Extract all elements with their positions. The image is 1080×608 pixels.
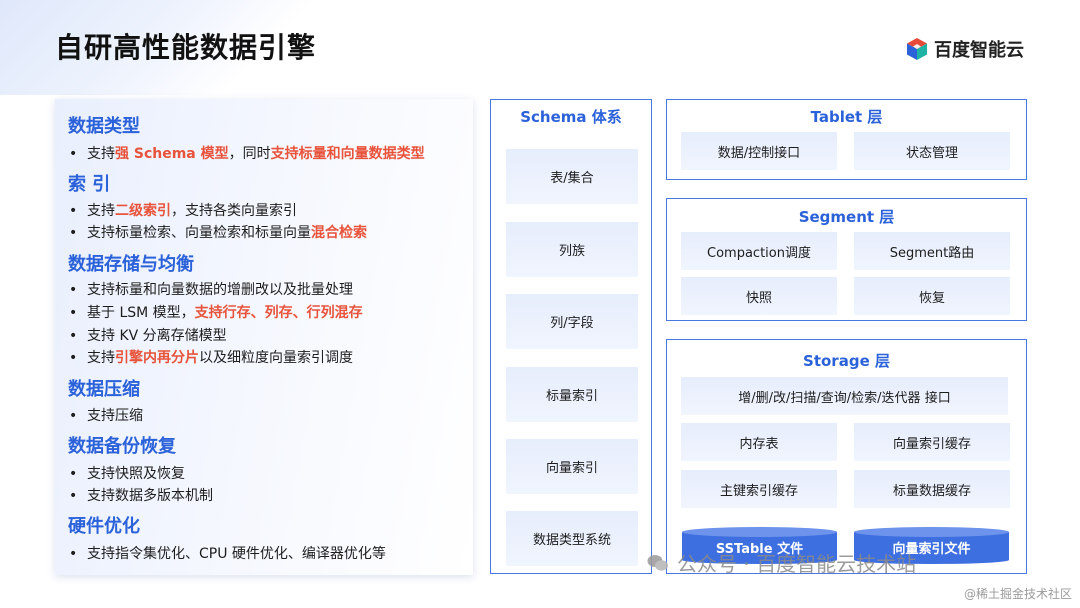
section-title: 数据存储与均衡 — [68, 250, 204, 276]
section-title: 数据压缩 — [68, 375, 150, 401]
section-title: 数据类型 — [68, 112, 150, 138]
wechat-icon — [647, 554, 668, 571]
bullet-item: • 支持快照及恢复 — [69, 466, 185, 482]
storage-cell: 主键索引缓存 — [681, 470, 837, 508]
segment-title: Segment 层 — [798, 208, 895, 226]
storage-cell: 向量索引缓存 — [854, 423, 1010, 461]
tablet-cell: 数据/控制接口 — [681, 132, 837, 170]
section-title: 硬件优化 — [68, 512, 150, 538]
bullet-item: • 支持引擎内再分片以及细粒度向量索引调度 — [69, 350, 353, 366]
segment-cell: Compaction调度 — [681, 232, 837, 270]
section-title: 索 引 — [68, 170, 121, 196]
section-title: 数据备份恢复 — [68, 432, 186, 458]
bullet-item: • 支持标量检索、向量检索和标量向量混合检索 — [69, 225, 367, 241]
storage-layer: Storage 层 增/删/改/扫描/查询/检索/迭代器 接口 内存表 向量索引… — [666, 339, 1027, 574]
tablet-cell: 状态管理 — [854, 132, 1010, 170]
wechat-watermark: 公众号 · 百度智能云技术站 — [647, 548, 916, 577]
page-title: 自研高性能数据引擎 — [55, 31, 317, 64]
schema-item: 标量索引 — [506, 367, 638, 422]
schema-item: 向量索引 — [506, 439, 638, 494]
cube-logo-icon — [907, 38, 927, 60]
storage-title: Storage 层 — [803, 352, 890, 370]
segment-cell: 快照 — [681, 277, 837, 315]
schema-item: 表/集合 — [506, 149, 638, 204]
schema-title: Schema 体系 — [520, 108, 622, 126]
tablet-title: Tablet 层 — [810, 108, 883, 126]
bullet-item: • 支持强 Schema 模型，同时支持标量和向量数据类型 — [69, 146, 425, 162]
brand-logo: 百度智能云 — [905, 36, 1024, 62]
segment-layer: Segment 层 Compaction调度 Segment路由 快照 恢复 — [666, 198, 1027, 321]
bullet-item: • 支持指令集优化、CPU 硬件优化、编译器优化等 — [69, 546, 386, 562]
tablet-layer: Tablet 层 数据/控制接口 状态管理 — [666, 99, 1027, 180]
logo-text: 百度智能云 — [934, 40, 1024, 61]
bullet-item: • 支持二级索引，支持各类向量索引 — [69, 203, 297, 219]
storage-cell: 内存表 — [681, 423, 837, 461]
schema-item: 列/字段 — [506, 294, 638, 349]
bullet-item: • 支持标量和向量数据的增删改以及批量处理 — [69, 282, 353, 298]
footer-watermark: @稀土掘金技术社区 — [963, 587, 1072, 601]
bullet-item: • 支持 KV 分离存储模型 — [69, 328, 227, 344]
schema-item: 数据类型系统 — [506, 511, 638, 566]
segment-cell: 恢复 — [854, 277, 1010, 315]
schema-column: Schema 体系 表/集合 列族 列/字段 标量索引 向量索引 数据类型系统 — [490, 99, 652, 574]
storage-interface: 增/删/改/扫描/查询/检索/迭代器 接口 — [681, 377, 1008, 415]
bullet-item: • 基于 LSM 模型，支持行存、列存、行列混存 — [69, 305, 363, 321]
bullet-item: • 支持压缩 — [69, 408, 143, 424]
feature-panel: 数据类型 • 支持强 Schema 模型，同时支持标量和向量数据类型 索 引 • 支… — [55, 99, 473, 575]
storage-cell: 标量数据缓存 — [854, 470, 1010, 508]
bullet-item: • 支持数据多版本机制 — [69, 488, 213, 504]
schema-item: 列族 — [506, 222, 638, 277]
segment-cell: Segment路由 — [854, 232, 1010, 270]
